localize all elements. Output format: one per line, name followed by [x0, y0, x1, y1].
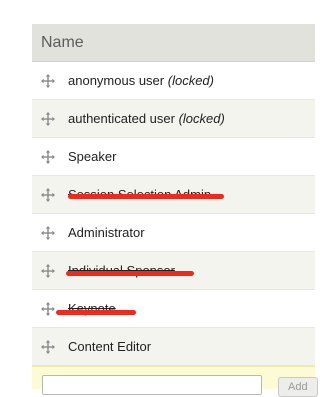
redaction-mark [68, 194, 224, 199]
add-role-button[interactable]: Add [278, 377, 318, 397]
table-row: Keynote [32, 290, 315, 328]
drag-handle-icon[interactable] [40, 149, 56, 165]
add-role-row: Add [32, 366, 318, 397]
column-header-label: Name [41, 33, 84, 51]
roles-table: Name anonymous user (locked) authenticat… [32, 24, 315, 366]
table-row: anonymous user (locked) [32, 62, 315, 100]
role-name: Content Editor [68, 339, 152, 354]
column-header-name[interactable]: Name [32, 24, 315, 62]
locked-label: (locked) [167, 73, 214, 88]
redaction-mark [56, 310, 136, 315]
drag-handle-icon[interactable] [40, 263, 56, 279]
redaction-mark [66, 271, 194, 276]
table-row: Speaker [32, 138, 315, 176]
role-name: authenticated user (locked) [68, 111, 225, 126]
locked-label: (locked) [178, 111, 225, 126]
drag-handle-icon[interactable] [40, 111, 56, 127]
table-row: Session Selection Admin [32, 176, 315, 214]
role-name: Administrator [68, 225, 145, 240]
table-row: Individual Sponsor [32, 252, 315, 290]
drag-handle-icon[interactable] [40, 225, 56, 241]
drag-handle-icon[interactable] [40, 339, 56, 355]
table-row: Administrator [32, 214, 315, 252]
role-name: anonymous user (locked) [68, 73, 214, 88]
drag-handle-icon[interactable] [40, 73, 56, 89]
new-role-name-input[interactable] [42, 375, 262, 395]
table-row: authenticated user (locked) [32, 100, 315, 138]
drag-handle-icon[interactable] [40, 301, 56, 317]
role-name: Speaker [68, 149, 117, 164]
drag-handle-icon[interactable] [40, 187, 56, 203]
table-row: Content Editor [32, 328, 315, 366]
